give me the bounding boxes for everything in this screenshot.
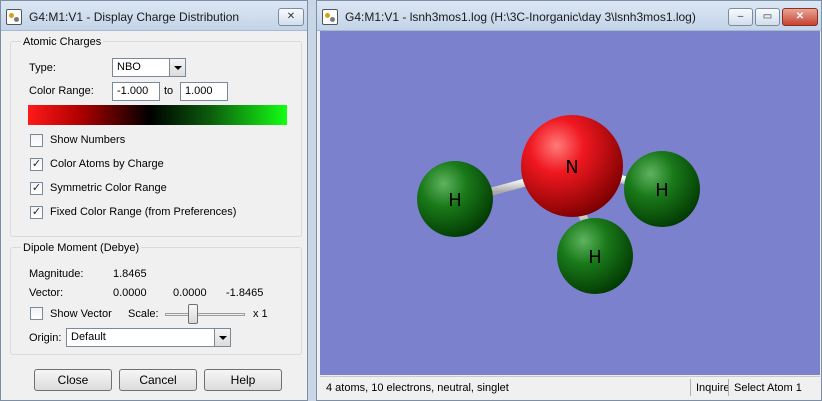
status-divider — [690, 379, 691, 396]
show-vector-checkbox[interactable] — [30, 307, 43, 320]
charge-distribution-window: G4:M1:V1 - Display Charge Distribution ✕… — [0, 0, 308, 401]
charge-window-titlebar[interactable]: G4:M1:V1 - Display Charge Distribution ✕ — [1, 1, 307, 31]
gaussview-app-icon — [322, 9, 338, 25]
atomic-charges-title: Atomic Charges — [21, 36, 104, 48]
minimize-button[interactable]: – — [728, 8, 753, 26]
maximize-button[interactable]: ▭ — [755, 8, 780, 26]
scale-value-label: x 1 — [253, 308, 268, 320]
atom-label-h: H — [448, 190, 462, 211]
molecule-summary-status: 4 atoms, 10 electrons, neutral, singlet — [326, 382, 509, 394]
scale-slider-thumb[interactable] — [188, 304, 198, 324]
show-numbers-label: Show Numbers — [50, 134, 126, 146]
vector-x-value: 0.0000 — [113, 287, 147, 299]
to-label: to — [164, 85, 174, 97]
molecule-window-close-button[interactable]: ✕ — [782, 8, 818, 26]
mouse-mode-status: Inquire — [696, 382, 730, 394]
dipole-moment-title: Dipole Moment (Debye) — [21, 242, 142, 254]
help-button[interactable]: Help — [204, 369, 282, 391]
origin-label: Origin: — [29, 332, 62, 344]
color-range-min-input[interactable]: -1.000 — [112, 82, 160, 101]
show-vector-label: Show Vector — [50, 308, 112, 320]
magnitude-value: 1.8465 — [113, 268, 147, 280]
chevron-down-icon[interactable] — [169, 59, 185, 76]
color-range-label: Color Range: — [29, 85, 94, 97]
charge-type-select[interactable]: NBO — [112, 58, 186, 77]
scale-slider-track[interactable] — [165, 313, 245, 316]
chevron-down-icon[interactable] — [214, 329, 230, 346]
molecule-canvas[interactable]: H H N H — [320, 31, 820, 375]
color-atoms-by-charge-checkbox[interactable]: ✓ — [30, 158, 43, 171]
color-atoms-by-charge-label: Color Atoms by Charge — [50, 158, 164, 170]
scale-label: Scale: — [128, 308, 159, 320]
fixed-color-range-checkbox[interactable]: ✓ — [30, 206, 43, 219]
atom-label-h: H — [588, 247, 602, 268]
magnitude-label: Magnitude: — [29, 268, 84, 280]
origin-value: Default — [71, 331, 106, 343]
origin-select[interactable]: Default — [66, 328, 231, 347]
symmetric-color-range-checkbox[interactable]: ✓ — [30, 182, 43, 195]
molecule-window-title: G4:M1:V1 - lsnh3mos1.log (H:\3C-Inorgani… — [345, 10, 696, 24]
close-button[interactable]: Close — [34, 369, 112, 391]
selection-status: Select Atom 1 — [734, 382, 802, 394]
fixed-color-range-label: Fixed Color Range (from Preferences) — [50, 206, 237, 218]
molecule-view-window: G4:M1:V1 - lsnh3mos1.log (H:\3C-Inorgani… — [316, 0, 822, 401]
vector-label: Vector: — [29, 287, 64, 299]
vector-z-value: -1.8465 — [226, 287, 264, 299]
molecule-window-titlebar[interactable]: G4:M1:V1 - lsnh3mos1.log (H:\3C-Inorgani… — [317, 1, 821, 31]
color-range-max-input[interactable]: 1.000 — [180, 82, 228, 101]
molecule-viewport[interactable]: H H N H — [320, 31, 820, 375]
charge-type-value: NBO — [117, 61, 141, 73]
charge-window-close-button[interactable]: ✕ — [278, 8, 304, 26]
vector-y-value: 0.0000 — [173, 287, 207, 299]
status-divider — [728, 379, 729, 396]
charge-window-title: G4:M1:V1 - Display Charge Distribution — [29, 10, 240, 24]
gaussview-app-icon — [6, 9, 22, 25]
atom-label-n: N — [565, 157, 578, 178]
type-label: Type: — [29, 62, 56, 74]
atom-label-h: H — [655, 180, 669, 201]
molecule-status-bar: 4 atoms, 10 electrons, neutral, singlet … — [320, 376, 820, 398]
charge-color-scale-bar — [28, 105, 287, 125]
symmetric-color-range-label: Symmetric Color Range — [50, 182, 167, 194]
show-numbers-checkbox[interactable] — [30, 134, 43, 147]
cancel-button[interactable]: Cancel — [119, 369, 197, 391]
